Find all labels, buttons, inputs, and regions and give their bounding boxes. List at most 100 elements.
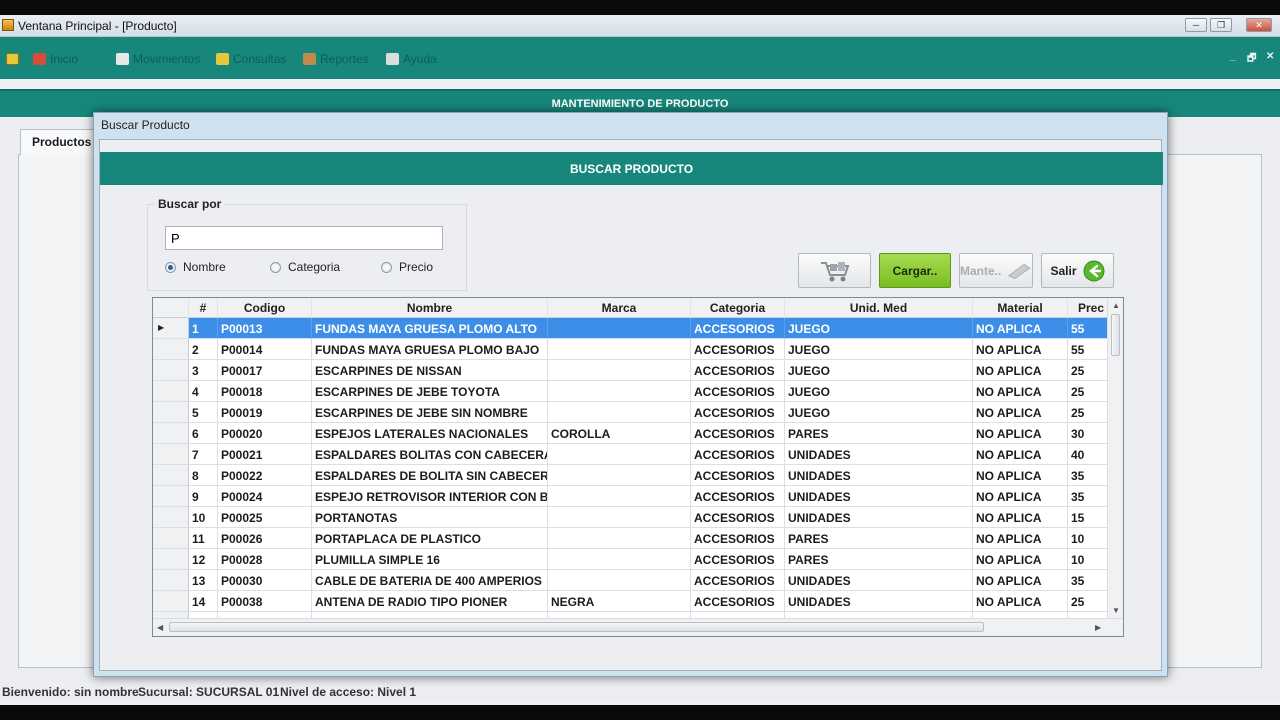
table-row[interactable]: 12 P00028 PLUMILLA SIMPLE 16 ACCESORIOS PARE… [153, 549, 1108, 570]
row-header[interactable] [153, 318, 189, 339]
products-grid[interactable]: # Codigo Nombre Marca Categoria Unid. Me… [152, 297, 1124, 637]
cell-nombre[interactable]: ESCARPINES DE JEBE TOYOTA [312, 381, 548, 402]
cell-precio[interactable]: 35 [1068, 486, 1108, 507]
cell-number[interactable]: 10 [189, 507, 218, 528]
cell-unidad[interactable]: UNIDADES [785, 507, 973, 528]
cell-categoria[interactable]: ACCESORIOS [691, 570, 785, 591]
cell-number[interactable]: 9 [189, 486, 218, 507]
cell-precio[interactable]: 55 [1068, 339, 1108, 360]
cell-number[interactable]: 6 [189, 423, 218, 444]
cell-material[interactable]: NO APLICA [973, 549, 1068, 570]
cell-marca[interactable] [548, 549, 691, 570]
column-header[interactable]: Unid. Med [785, 298, 973, 318]
scroll-right-icon[interactable]: ▶ [1095, 623, 1101, 632]
column-header[interactable]: Nombre [312, 298, 548, 318]
row-header[interactable] [153, 570, 189, 591]
cell-nombre[interactable]: ESPALDARES DE BOLITA SIN CABECERA [312, 465, 548, 486]
cell-codigo[interactable]: P00017 [218, 360, 312, 381]
cell-codigo[interactable]: P00030 [218, 570, 312, 591]
cell-material[interactable]: NO APLICA [973, 486, 1068, 507]
cell-nombre[interactable]: FUNDAS MAYA GRUESA PLOMO BAJO [312, 339, 548, 360]
cell-precio[interactable]: 25 [1068, 402, 1108, 423]
cell-marca[interactable] [548, 444, 691, 465]
cell-number[interactable]: 2 [189, 339, 218, 360]
row-header[interactable] [153, 591, 189, 612]
column-header[interactable]: Material [973, 298, 1068, 318]
cell-marca[interactable] [548, 381, 691, 402]
column-header[interactable]: Codigo [218, 298, 312, 318]
table-row[interactable]: 1P00013FUNDAS MAYA GRUESA PLOMO ALTO ACCE… [153, 318, 1108, 339]
cell-precio[interactable]: 25 [1068, 591, 1108, 612]
table-row[interactable]: 13 P00030 CABLE DE BATERIA DE 400 AMPERIOS… [153, 570, 1108, 591]
row-header[interactable] [153, 360, 189, 381]
cell-unidad[interactable]: UNIDADES [785, 570, 973, 591]
cell-material[interactable]: NO APLICA [973, 465, 1068, 486]
cell-unidad[interactable]: PARES [785, 528, 973, 549]
scroll-down-icon[interactable]: ▼ [1112, 606, 1120, 615]
close-button[interactable]: ✕ [1246, 18, 1272, 32]
cell-marca[interactable] [548, 402, 691, 423]
cell-unidad[interactable]: UNIDADES [785, 465, 973, 486]
cell-codigo[interactable]: P00026 [218, 528, 312, 549]
cell-codigo[interactable]: P00028 [218, 549, 312, 570]
cell-categoria[interactable]: ACCESORIOS [691, 381, 785, 402]
column-header[interactable]: Prec [1068, 298, 1108, 318]
cell-material[interactable]: NO APLICA [973, 528, 1068, 549]
cell-categoria[interactable]: ACCESORIOS [691, 360, 785, 381]
cell-codigo[interactable]: P00013 [218, 318, 312, 339]
menu-ayuda[interactable]: Ayuda [386, 51, 437, 67]
system-menu-icon[interactable] [6, 51, 19, 67]
cell-number[interactable]: 13 [189, 570, 218, 591]
cell-categoria[interactable]: ACCESORIOS [691, 591, 785, 612]
scroll-up-icon[interactable]: ▲ [1112, 301, 1120, 310]
cell-codigo[interactable]: P00014 [218, 339, 312, 360]
cart-button[interactable] [798, 253, 871, 288]
cell-categoria[interactable]: ACCESORIOS [691, 465, 785, 486]
cell-codigo[interactable]: P00020 [218, 423, 312, 444]
table-row[interactable]: 10 P00025 PORTANOTAS ACCESORIOS UNIDADES NO A… [153, 507, 1108, 528]
cell-material[interactable]: NO APLICA [973, 360, 1068, 381]
cell-material[interactable]: NO APLICA [973, 507, 1068, 528]
cell-categoria[interactable]: ACCESORIOS [691, 318, 785, 339]
cell-nombre[interactable]: ESPEJO RETROVISOR INTERIOR CON BASE [312, 486, 548, 507]
cell-number[interactable]: 14 [189, 591, 218, 612]
cell-marca[interactable] [548, 318, 691, 339]
cell-marca[interactable] [548, 465, 691, 486]
cell-codigo[interactable]: P00038 [218, 591, 312, 612]
cell-number[interactable]: 12 [189, 549, 218, 570]
mdi-minimize-button[interactable]: _ [1230, 51, 1236, 62]
cell-number[interactable]: 8 [189, 465, 218, 486]
cell-number[interactable]: 4 [189, 381, 218, 402]
cell-precio[interactable]: 55 [1068, 318, 1108, 339]
cell-number[interactable]: 3 [189, 360, 218, 381]
menu-reportes[interactable]: Reportes [303, 51, 369, 67]
cell-material[interactable]: NO APLICA [973, 318, 1068, 339]
cell-number[interactable]: 1 [189, 318, 218, 339]
menu-consultas[interactable]: Consultas [216, 51, 286, 67]
vertical-scroll-thumb[interactable] [1111, 314, 1120, 356]
horizontal-scrollbar[interactable]: ◀ ▶ [153, 618, 1123, 636]
cell-material[interactable]: NO APLICA [973, 402, 1068, 423]
cell-precio[interactable]: 35 [1068, 465, 1108, 486]
scroll-left-icon[interactable]: ◀ [157, 623, 163, 632]
cell-precio[interactable]: 35 [1068, 570, 1108, 591]
cell-categoria[interactable]: ACCESORIOS [691, 339, 785, 360]
cell-number[interactable]: 5 [189, 402, 218, 423]
cell-precio[interactable]: 25 [1068, 360, 1108, 381]
cell-unidad[interactable]: PARES [785, 423, 973, 444]
row-header[interactable] [153, 528, 189, 549]
cell-nombre[interactable]: ESCARPINES DE JEBE SIN NOMBRE [312, 402, 548, 423]
cell-number[interactable]: 11 [189, 528, 218, 549]
cell-codigo[interactable]: P00019 [218, 402, 312, 423]
cell-marca[interactable] [548, 360, 691, 381]
cell-marca[interactable] [548, 528, 691, 549]
cell-unidad[interactable]: UNIDADES [785, 444, 973, 465]
menu-inicio[interactable]: Inicio [33, 51, 78, 67]
maximize-button[interactable]: ❐ [1210, 18, 1232, 32]
cell-codigo[interactable]: P00021 [218, 444, 312, 465]
cell-unidad[interactable]: PARES [785, 549, 973, 570]
mdi-restore-button[interactable]: 🗗 [1247, 51, 1256, 68]
radio-nombre[interactable]: Nombre [165, 260, 226, 274]
cell-categoria[interactable]: ACCESORIOS [691, 486, 785, 507]
cell-precio[interactable]: 40 [1068, 444, 1108, 465]
